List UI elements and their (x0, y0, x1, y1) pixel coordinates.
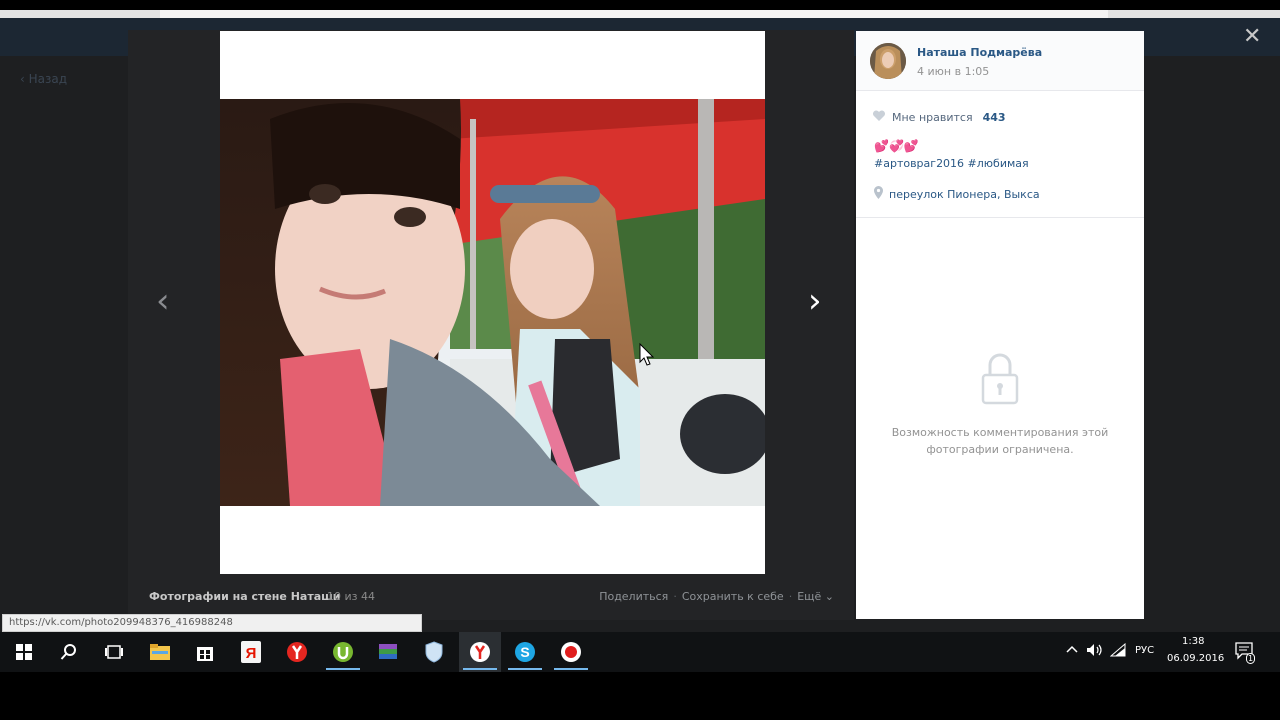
skype-icon[interactable]: S (512, 639, 538, 665)
album-count: 10 из 44 (327, 590, 375, 603)
recorder-icon[interactable] (558, 639, 584, 665)
svg-text:S: S (520, 644, 529, 660)
running-indicator (326, 668, 360, 670)
separator-dot: · (673, 590, 677, 603)
previous-photo-arrow-icon[interactable]: ‹ (156, 284, 170, 318)
photo[interactable] (220, 99, 765, 506)
running-indicator (508, 668, 542, 670)
restricted-line-1: Возможность комментирования этой (891, 426, 1109, 439)
back-link[interactable]: ‹ Назад (20, 72, 67, 86)
screen: ‹ Назад ‹ › ✕ Фотографии на стене Наташи… (0, 0, 1280, 720)
status-bar-url: https://vk.com/photo209948376_416988248 (2, 614, 422, 632)
divider (856, 217, 1144, 218)
avatar-image (870, 43, 906, 79)
post-header: Наташа Подмарёва 4 июн в 1:05 (856, 31, 1144, 91)
hashtags[interactable]: #артовраг2016 #любимая (874, 157, 1029, 170)
chevron-up-icon[interactable] (1066, 643, 1078, 657)
shield-app-icon[interactable] (421, 639, 447, 665)
language-indicator[interactable]: РУС (1135, 645, 1154, 656)
volume-icon[interactable] (1086, 643, 1104, 660)
yandex-icon[interactable]: Я (238, 639, 264, 665)
task-view-icon[interactable] (101, 639, 127, 665)
location-link[interactable]: переулок Пионера, Выкса (874, 186, 1040, 202)
browser-top-strip (0, 10, 1280, 18)
post-side-panel: Наташа Подмарёва 4 июн в 1:05 Мне нравит… (856, 31, 1144, 619)
like-count: 443 (982, 111, 1006, 124)
post-date[interactable]: 4 июн в 1:05 (917, 65, 989, 78)
svg-text:Я: Я (246, 645, 257, 662)
viewer-footer: Фотографии на стене Наташи 10 из 44 Поде… (128, 580, 854, 614)
running-indicator (463, 668, 497, 670)
back-arrow-icon: ‹ (20, 72, 29, 86)
photo-image (220, 99, 765, 506)
clock-time[interactable]: 1:38 (1182, 636, 1204, 647)
network-icon[interactable] (1109, 642, 1126, 660)
notification-count-badge: 1 (1246, 653, 1256, 664)
taskbar: Я S РУС 1:38 06.09.2016 1 (0, 632, 1280, 672)
comments-restricted-notice: Возможность комментирования этой фотогра… (880, 424, 1120, 458)
store-icon[interactable] (192, 639, 218, 665)
start-icon[interactable] (11, 639, 37, 665)
location-pin-icon (874, 186, 883, 202)
yandex-browser-active-icon[interactable] (467, 639, 493, 665)
search-icon[interactable] (56, 639, 82, 665)
running-indicator (554, 668, 588, 670)
winrar-icon[interactable] (375, 639, 401, 665)
clock-date[interactable]: 06.09.2016 (1167, 653, 1224, 664)
save-to-self-button[interactable]: Сохранить к себе (682, 590, 784, 603)
avatar[interactable] (870, 43, 906, 79)
separator-dot: · (788, 590, 793, 603)
bottom-letterbox (0, 672, 1280, 720)
emoji-text: 💕💞💕 (874, 139, 919, 153)
restricted-line-2: фотографии ограничена. (926, 443, 1074, 456)
utorrent-icon[interactable] (330, 639, 356, 665)
location-text: переулок Пионера, Выкса (889, 187, 1040, 201)
author-name[interactable]: Наташа Подмарёва (917, 46, 1042, 59)
like-button[interactable]: Мне нравится 443 (872, 110, 1006, 125)
heart-icon (872, 110, 886, 125)
close-icon[interactable]: ✕ (1243, 24, 1261, 49)
footer-actions: Поделиться · Сохранить к себе · Ещё ⌄ (599, 590, 834, 603)
yandex-browser-icon[interactable] (284, 639, 310, 665)
next-photo-arrow-icon[interactable]: › (808, 284, 822, 318)
album-title[interactable]: Фотографии на стене Наташи (149, 590, 341, 603)
like-label: Мне нравится (892, 111, 973, 124)
share-button[interactable]: Поделиться (599, 590, 668, 603)
more-button[interactable]: Ещё ⌄ (797, 590, 834, 603)
lock-icon (980, 351, 1020, 407)
file-explorer-icon[interactable] (147, 639, 173, 665)
